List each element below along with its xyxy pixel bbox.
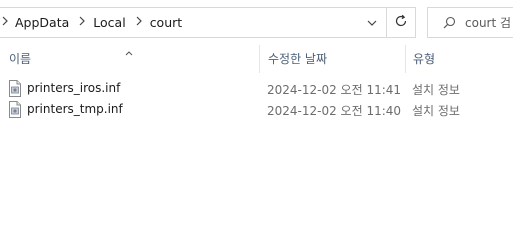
- file-row[interactable]: printers_tmp.inf 2024-12-02 오전 11:40 설치 …: [0, 99, 513, 120]
- breadcrumb-court[interactable]: court: [146, 15, 188, 30]
- file-row[interactable]: printers_iros.inf 2024-12-02 오전 11:41 설치…: [0, 78, 513, 99]
- column-header-name[interactable]: 이름: [0, 45, 259, 73]
- chevron-right-icon[interactable]: [0, 16, 11, 29]
- search-icon: [436, 8, 462, 37]
- column-header-row: 이름 수정한 날짜 유형: [0, 45, 513, 73]
- file-date-modified: 2024-12-02 오전 11:41: [267, 83, 402, 97]
- breadcrumb-local[interactable]: Local: [89, 15, 131, 30]
- inf-file-icon: [7, 101, 23, 118]
- inf-file-icon: [7, 80, 23, 97]
- refresh-icon: [394, 13, 408, 32]
- file-type: 설치 정보: [412, 83, 460, 97]
- file-name[interactable]: printers_tmp.inf: [27, 102, 123, 116]
- column-header-date-modified[interactable]: 수정한 날짜: [259, 45, 405, 73]
- sort-ascending-icon: [125, 40, 133, 68]
- search-box[interactable]: [427, 7, 513, 38]
- refresh-button[interactable]: [386, 7, 416, 38]
- file-explorer-window: AppData Local court court 검 이름 수정한 날짜 유형…: [0, 0, 513, 209]
- file-date-modified: 2024-12-02 오전 11:40: [267, 104, 402, 118]
- address-bar[interactable]: AppData Local court: [0, 7, 387, 38]
- file-name[interactable]: printers_iros.inf: [27, 81, 120, 95]
- file-list: printers_iros.inf 2024-12-02 오전 11:41 설치…: [0, 78, 513, 120]
- breadcrumb-appdata[interactable]: AppData: [11, 15, 75, 30]
- chevron-right-icon[interactable]: [75, 16, 89, 29]
- column-header-type-label: 유형: [413, 52, 436, 66]
- column-header-date-label: 수정한 날짜: [268, 52, 328, 66]
- search-input[interactable]: [465, 15, 513, 30]
- chevron-down-icon[interactable]: [358, 8, 386, 37]
- file-type: 설치 정보: [412, 104, 460, 118]
- column-header-type[interactable]: 유형: [405, 45, 513, 73]
- column-header-name-label: 이름: [9, 52, 32, 66]
- chevron-right-icon[interactable]: [132, 16, 146, 29]
